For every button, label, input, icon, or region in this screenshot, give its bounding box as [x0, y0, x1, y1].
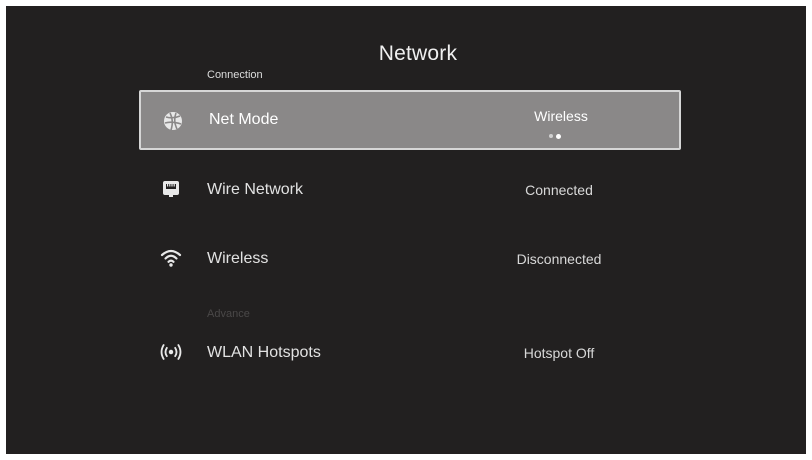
option-indicator: [549, 133, 561, 139]
net-mode-label: Net Mode: [209, 111, 279, 128]
page-title: Network: [378, 42, 458, 65]
net-mode-value: Wireless: [534, 108, 588, 124]
wireless-status: Disconnected: [516, 251, 602, 267]
hotspot-icon: [159, 340, 183, 364]
wlan-hotspots-label: WLAN Hotspots: [207, 344, 321, 361]
wire-network-label: Wire Network: [207, 181, 304, 198]
globe-icon: [161, 109, 185, 133]
menu-item-wire-network[interactable]: Wire Network Connected: [139, 160, 681, 220]
section-label-advance: Advance: [207, 308, 250, 320]
option-dot: [549, 134, 553, 138]
section-label-connection: Connection: [207, 69, 263, 81]
menu-item-net-mode[interactable]: Net Mode Wireless: [139, 90, 681, 150]
option-dot-active: [556, 133, 561, 139]
wireless-label: Wireless: [207, 250, 269, 267]
menu-item-wireless[interactable]: Wireless Disconnected: [139, 229, 681, 289]
wlan-hotspots-status: Hotspot Off: [523, 345, 595, 361]
menu-item-wlan-hotspots[interactable]: WLAN Hotspots Hotspot Off: [139, 323, 681, 383]
tv-screen: Network Connection Net Mode Wireless Wir…: [6, 6, 806, 454]
wifi-icon: [159, 246, 183, 270]
wire-network-status: Connected: [525, 182, 593, 198]
ethernet-icon: [159, 177, 183, 201]
